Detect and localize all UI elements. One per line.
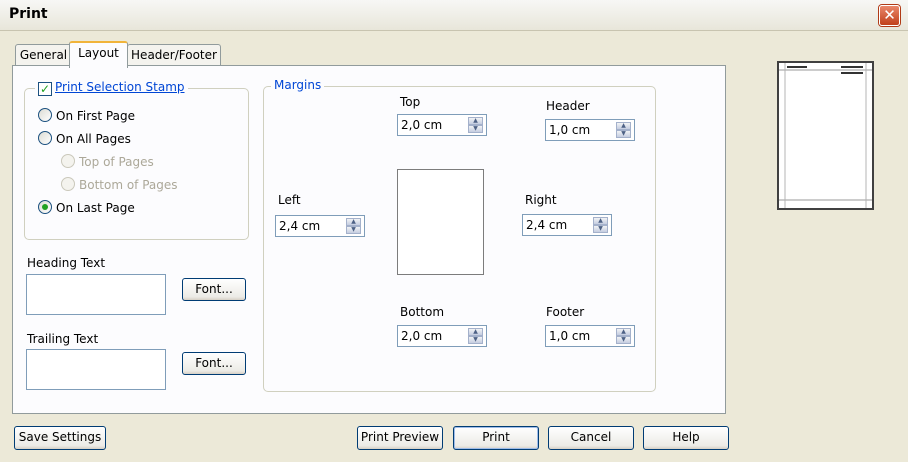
header-label: Header (546, 99, 590, 113)
page-margin-diagram (397, 169, 484, 275)
radio-label: Bottom of Pages (79, 178, 178, 192)
trailing-text-label: Trailing Text (27, 332, 99, 346)
checkbox-icon: ✓ (38, 82, 52, 96)
spin-down-icon[interactable]: ▼ (468, 125, 483, 133)
right-label: Right (525, 193, 557, 207)
close-icon: ✕ (883, 6, 896, 24)
radio-label: On All Pages (56, 132, 131, 146)
left-margin-value: 2,4 cm (279, 219, 321, 233)
header-margin-value: 1,0 cm (549, 123, 591, 137)
spin-up-icon[interactable]: ▲ (468, 328, 483, 336)
tab-general[interactable]: General (15, 44, 72, 66)
left-margin-spinner[interactable]: 2,4 cm ▲ ▼ (275, 215, 365, 237)
save-settings-button[interactable]: Save Settings (14, 426, 106, 450)
radio-icon (38, 200, 52, 214)
spin-down-icon[interactable]: ▼ (468, 336, 483, 344)
print-preview-button[interactable]: Print Preview (357, 426, 443, 450)
help-button[interactable]: Help (643, 426, 729, 450)
radio-on-first-page[interactable]: On First Page (38, 108, 135, 123)
spin-down-icon[interactable]: ▼ (616, 336, 631, 344)
top-label: Top (400, 95, 421, 109)
footer-margin-spinner[interactable]: 1,0 cm ▲ ▼ (545, 325, 635, 347)
spin-up-icon[interactable]: ▲ (468, 117, 483, 125)
radio-label: On Last Page (56, 201, 135, 215)
spin-up-icon[interactable]: ▲ (616, 328, 631, 336)
top-margin-spinner[interactable]: 2,0 cm ▲ ▼ (397, 114, 487, 136)
heading-text-input[interactable] (26, 274, 166, 315)
bottom-label: Bottom (400, 305, 445, 319)
close-button[interactable]: ✕ (879, 5, 900, 26)
right-margin-value: 2,4 cm (526, 218, 568, 232)
layout-panel: ✓ Print Selection Stamp On First Page On … (12, 65, 726, 414)
spin-up-icon[interactable]: ▲ (593, 217, 608, 225)
footer-label: Footer (546, 305, 585, 319)
radio-on-last-page[interactable]: On Last Page (38, 200, 135, 215)
margins-legend: Margins (271, 78, 325, 92)
bottom-margin-value: 2,0 cm (401, 329, 443, 343)
radio-bottom-of-pages[interactable]: Bottom of Pages (61, 177, 178, 192)
radio-label: Top of Pages (79, 155, 154, 169)
heading-font-button[interactable]: Font... (182, 278, 246, 301)
window-title: Print (9, 6, 48, 22)
spin-up-icon[interactable]: ▲ (616, 122, 631, 130)
spin-down-icon[interactable]: ▼ (593, 225, 608, 233)
page-preview-graphic (779, 63, 872, 208)
page-preview (777, 61, 874, 210)
title-bar: Print ✕ (0, 0, 908, 31)
bottom-margin-spinner[interactable]: 2,0 cm ▲ ▼ (397, 325, 487, 347)
radio-label: On First Page (56, 109, 135, 123)
footer-margin-value: 1,0 cm (549, 329, 591, 343)
trailing-font-button[interactable]: Font... (182, 352, 246, 375)
left-label: Left (278, 193, 301, 207)
right-margin-spinner[interactable]: 2,4 cm ▲ ▼ (522, 214, 612, 236)
radio-top-of-pages[interactable]: Top of Pages (61, 154, 154, 169)
header-margin-spinner[interactable]: 1,0 cm ▲ ▼ (545, 119, 635, 141)
tab-layout[interactable]: Layout (69, 41, 128, 68)
radio-icon (61, 154, 75, 168)
top-margin-value: 2,0 cm (401, 118, 443, 132)
stamp-group: ✓ Print Selection Stamp On First Page On … (24, 80, 249, 240)
radio-icon (38, 131, 52, 145)
spin-down-icon[interactable]: ▼ (346, 226, 361, 234)
tab-header-footer[interactable]: Header/Footer (127, 44, 221, 66)
heading-text-label: Heading Text (27, 256, 106, 270)
print-button[interactable]: Print (453, 426, 539, 450)
radio-icon (38, 108, 52, 122)
stamp-checkbox-label: Print Selection Stamp (55, 80, 185, 94)
radio-icon (61, 177, 75, 191)
trailing-text-input[interactable] (26, 349, 166, 390)
radio-on-all-pages[interactable]: On All Pages (38, 131, 131, 146)
stamp-checkbox[interactable]: ✓ Print Selection Stamp (35, 80, 188, 96)
spin-down-icon[interactable]: ▼ (616, 130, 631, 138)
cancel-button[interactable]: Cancel (548, 426, 634, 450)
spin-up-icon[interactable]: ▲ (346, 218, 361, 226)
